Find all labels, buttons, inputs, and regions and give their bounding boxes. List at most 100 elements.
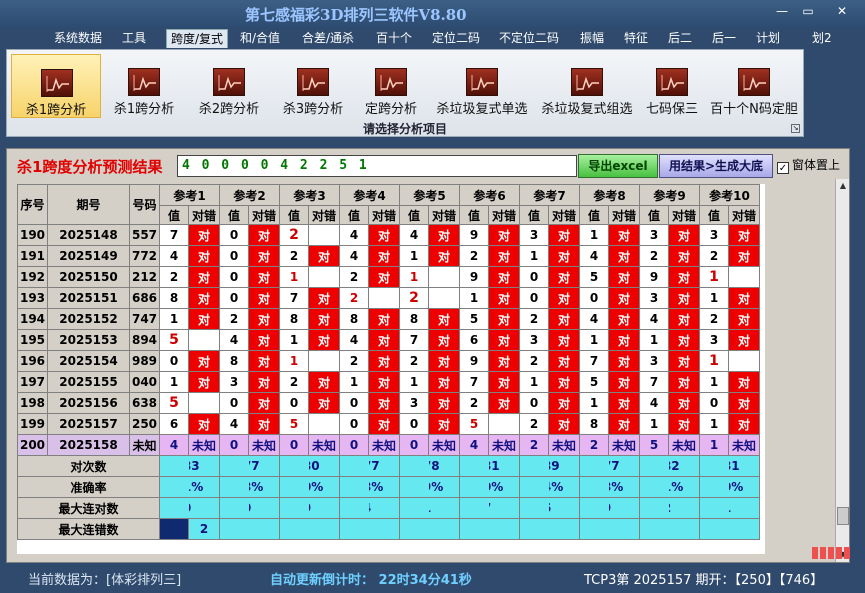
cell-hit: 对 xyxy=(548,245,580,267)
stat-pad xyxy=(699,518,729,540)
table-row[interactable]: 191 2025149 772 4 对 0 对 2 对 4 对 1 对 2 对 1 对 4 对 2 对 2 对 xyxy=(17,245,760,267)
minimize-button[interactable]: — xyxy=(770,4,794,18)
cell-value: 1 xyxy=(639,413,669,435)
ribbon-button-4[interactable]: 定跨分析 xyxy=(355,54,427,118)
menu-item-9[interactable]: 特征 xyxy=(624,29,648,48)
cell-value: 4 xyxy=(159,434,189,456)
table-row[interactable]: 195 2025153 894 5 4 对 1 对 4 对 7 对 6 对 3 对 1 对 1 对 3 对 xyxy=(17,329,760,351)
cell-hit: 对 xyxy=(428,350,460,372)
table-row-pending[interactable]: 200 2025158 未知 4 未知 0 未知 0 未知 0 未知 0 未知 4 未知 2 未知 2 未知 5 未知 1… xyxy=(17,434,760,456)
cell-hit: 对 xyxy=(248,245,280,267)
cell-hit: 对 xyxy=(608,329,640,351)
cell-hit: 对 xyxy=(608,266,640,288)
cell-value: 1 xyxy=(279,329,309,351)
menu-item-6[interactable]: 定位二码 xyxy=(432,29,480,48)
stat-value: 3 xyxy=(248,518,280,540)
table-row[interactable]: 198 2025156 638 5 0 对 0 对 0 对 3 对 2 对 0 对 1 对 4 对 0 对 xyxy=(17,392,760,414)
cell-value: 3 xyxy=(519,329,549,351)
ribbon-expand-icon[interactable]: ↘ xyxy=(791,124,800,133)
stat-value: 20 xyxy=(248,497,280,519)
cell-value: 0 xyxy=(699,392,729,414)
table-row[interactable]: 199 2025157 250 6 对 4 对 5 0 对 0 对 5 2 对 8 对 1 对 1 对 xyxy=(17,413,760,435)
cell-hit: 对 xyxy=(668,245,700,267)
cell-hit: 未知 xyxy=(488,434,520,456)
stat-value: 2 xyxy=(668,518,700,540)
cell-hit: 对 xyxy=(608,245,640,267)
menu-item-0[interactable]: 系统数据 xyxy=(54,29,102,48)
table-row[interactable]: 193 2025151 686 8 对 0 对 7 对 2 2 1 对 0 对 0 对 3 对 1 对 xyxy=(17,287,760,309)
scroll-thumb[interactable] xyxy=(837,507,849,525)
table-row[interactable]: 197 2025155 040 1 对 3 对 2 对 1 对 1 对 7 对 1 对 5 对 7 对 1 对 xyxy=(17,371,760,393)
cell-hit: 对 xyxy=(428,371,460,393)
cell-hit: 未知 xyxy=(248,434,280,456)
cell-hit: 对 xyxy=(548,287,580,309)
chart-icon xyxy=(656,68,688,96)
cell-value: 4 xyxy=(399,224,429,246)
cell-hit: 对 xyxy=(368,224,400,246)
ribbon-button-2[interactable]: 杀2跨分析 xyxy=(187,54,271,118)
scroll-up-icon[interactable]: ▲ xyxy=(836,179,850,193)
window-on-top-checkbox[interactable]: ✓ 窗体置上 xyxy=(777,156,840,174)
cell-value: 4 xyxy=(639,308,669,330)
cell-hit: 对 xyxy=(308,245,340,267)
ribbon-button-6[interactable]: 杀垃圾复式组选 xyxy=(537,54,637,118)
vertical-scrollbar[interactable]: ▲ ▼ xyxy=(835,179,849,562)
title-bar: 第七感福彩3D排列三软件V8.80 — ▭ ✕ xyxy=(0,0,865,28)
ribbon-button-1[interactable]: 杀1跨分析 xyxy=(103,54,185,118)
stat-empty xyxy=(159,518,189,540)
stat-value: 91% xyxy=(188,476,220,498)
cell-seq: 190 xyxy=(17,224,48,246)
menu-item-7[interactable]: 不定位二码 xyxy=(499,29,559,48)
cell-value: 8 xyxy=(159,287,189,309)
maximize-button[interactable]: ▭ xyxy=(796,4,820,18)
cell-hit: 未知 xyxy=(428,434,460,456)
stat-value: 3 xyxy=(728,518,760,540)
stat-pad xyxy=(459,497,489,519)
menu-item-10[interactable]: 后二 xyxy=(668,29,692,48)
stat-value: 88% xyxy=(368,476,400,498)
menu-item-3[interactable]: 和/合值 xyxy=(240,29,280,48)
stat-pad xyxy=(219,455,249,477)
export-excel-button[interactable]: 导出excel xyxy=(578,154,658,178)
table-row[interactable]: 196 2025154 989 0 对 8 对 1 2 对 2 对 9 对 2 对 7 对 3 对 1 xyxy=(17,350,760,372)
cell-value: 7 xyxy=(159,224,189,246)
chart-icon xyxy=(41,69,73,97)
menu-item-12[interactable]: 计划 xyxy=(756,29,780,48)
result-field[interactable]: 4 0 0 0 0 4 2 2 5 1 xyxy=(177,155,577,177)
cell-value: 2 xyxy=(339,350,369,372)
header-hit: 对错 xyxy=(248,205,280,225)
cell-value: 5 xyxy=(159,392,189,414)
cell-hit: 对 xyxy=(728,413,760,435)
stat-pad xyxy=(519,518,549,540)
cell-value: 5 xyxy=(579,371,609,393)
cell-hit: 对 xyxy=(428,413,460,435)
stat-pad xyxy=(339,476,369,498)
cell-seq: 194 xyxy=(17,308,48,330)
menu-item-2[interactable]: 跨度/复式 xyxy=(166,29,229,48)
generate-base-button[interactable]: 用结果>生成大底 xyxy=(659,154,773,178)
menu-item-11[interactable]: 后一 xyxy=(712,29,736,48)
cell-hit xyxy=(368,287,400,309)
analysis-grid[interactable]: 序号 期号 号码 参考1 参考2 参考3 参考4 参考5 参考6 参考7 参考8 参考9 参考10 值对错… xyxy=(17,184,765,554)
cell-hit: 对 xyxy=(368,329,400,351)
table-row[interactable]: 190 2025148 557 7 对 0 对 2 4 对 4 对 9 对 3 对 1 对 3 对 3 对 xyxy=(17,224,760,246)
stat-value: 27 xyxy=(488,497,520,519)
stat-pad xyxy=(339,497,369,519)
ribbon-button-7[interactable]: 七码保三 xyxy=(639,54,705,118)
cell-hit: 对 xyxy=(488,308,520,330)
result-label: 杀1跨度分析预测结果 xyxy=(17,158,163,176)
menu-item-1[interactable]: 工具 xyxy=(122,29,146,48)
cell-hit: 对 xyxy=(308,392,340,414)
menu-item-8[interactable]: 振幅 xyxy=(580,29,604,48)
close-button[interactable]: ✕ xyxy=(830,4,854,18)
menu-item-4[interactable]: 合差/通杀 xyxy=(302,29,354,48)
ribbon-button-0[interactable]: 杀1跨分析 xyxy=(11,54,101,118)
table-row[interactable]: 194 2025152 747 1 对 2 对 8 对 8 对 8 对 5 对 2 对 4 对 4 对 2 对 xyxy=(17,308,760,330)
table-row[interactable]: 192 2025150 212 2 对 0 对 1 2 对 1 9 对 0 对 5 对 9 对 1 xyxy=(17,266,760,288)
ribbon-button-5[interactable]: 杀垃圾复式单选 xyxy=(429,54,535,118)
checkbox-icon[interactable]: ✓ xyxy=(777,162,789,174)
ribbon-button-8[interactable]: 百十个N码定胆 xyxy=(707,54,801,118)
ribbon-button-3[interactable]: 杀3跨分析 xyxy=(273,54,353,118)
menu-item-13[interactable]: 划2 xyxy=(812,29,832,48)
menu-item-5[interactable]: 百十个 xyxy=(376,29,412,48)
